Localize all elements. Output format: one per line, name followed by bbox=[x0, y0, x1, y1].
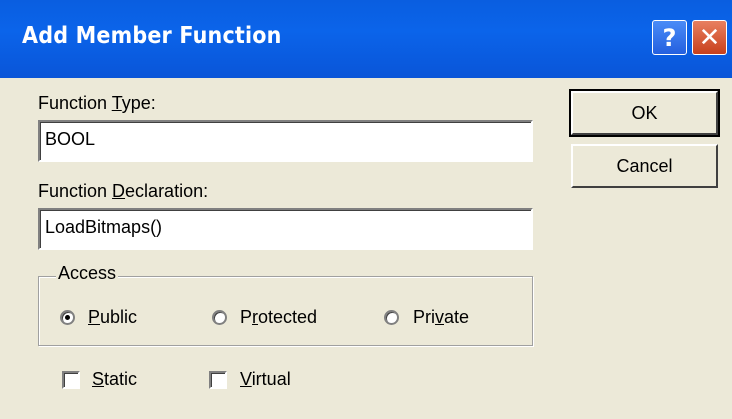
virtual-checkbox[interactable] bbox=[209, 371, 227, 389]
add-member-function-dialog: Add Member Function ? ✕ Function Type: B… bbox=[0, 0, 732, 419]
protected-radio[interactable] bbox=[212, 310, 227, 325]
close-icon: ✕ bbox=[698, 22, 721, 53]
private-label[interactable]: Private bbox=[413, 307, 469, 328]
function-declaration-label: Function Declaration: bbox=[38, 181, 209, 201]
cancel-button[interactable]: Cancel bbox=[571, 144, 718, 188]
function-type-label: Function Type: bbox=[38, 93, 156, 113]
ok-button[interactable]: OK bbox=[569, 89, 720, 137]
function-declaration-input[interactable]: LoadBitmaps() bbox=[38, 208, 533, 250]
radio-selected-dot bbox=[65, 315, 70, 320]
virtual-label[interactable]: Virtual bbox=[240, 369, 291, 390]
static-label[interactable]: Static bbox=[92, 369, 137, 390]
public-label[interactable]: Public bbox=[88, 307, 137, 328]
title-bar[interactable]: Add Member Function ? ✕ bbox=[0, 0, 732, 78]
dialog-body: Function Type: BOOL Function Declaration… bbox=[0, 78, 732, 419]
access-caption: Access bbox=[56, 263, 119, 284]
dialog-title: Add Member Function bbox=[22, 23, 282, 49]
help-button[interactable]: ? bbox=[652, 20, 687, 55]
help-icon: ? bbox=[662, 23, 677, 52]
public-radio[interactable] bbox=[60, 310, 75, 325]
function-type-input[interactable]: BOOL bbox=[38, 120, 533, 162]
static-checkbox[interactable] bbox=[62, 371, 80, 389]
private-radio[interactable] bbox=[384, 310, 399, 325]
protected-label[interactable]: Protected bbox=[240, 307, 317, 328]
close-button[interactable]: ✕ bbox=[692, 20, 727, 55]
